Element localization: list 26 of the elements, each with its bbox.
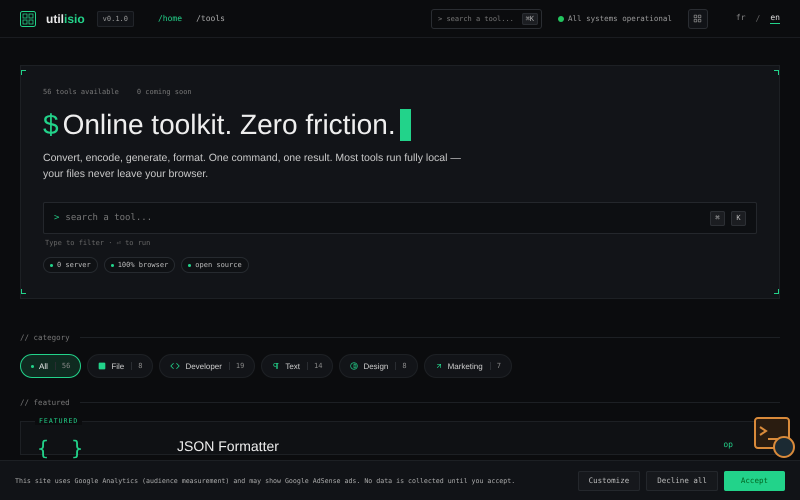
language-link[interactable]: en — [770, 13, 780, 24]
hero-description: Convert, encode, generate, format. One command, one result. Most tools run fully local — your files never leave your browser. — [43, 151, 462, 182]
square-icon — [98, 362, 106, 370]
nav-link[interactable]: /tools — [196, 14, 225, 23]
pilcrow-icon — [272, 362, 280, 370]
logo-icon — [20, 10, 36, 26]
tool-title: JSON Formatter — [177, 438, 280, 454]
grid-icon — [693, 14, 702, 23]
contrast-icon — [350, 362, 358, 370]
nav-link[interactable]: /home — [158, 14, 182, 23]
code-icon — [170, 361, 180, 371]
hero-title: Online toolkit. Zero friction. — [62, 109, 396, 141]
corner-mark — [21, 289, 26, 294]
arrow-icon — [434, 362, 443, 370]
logo-text[interactable]: utilisio — [46, 12, 85, 26]
corner-mark — [21, 70, 26, 75]
corner-mark — [774, 289, 779, 294]
dot-icon — [31, 364, 34, 368]
corner-mark — [774, 70, 779, 75]
grid-button[interactable] — [688, 8, 708, 28]
cursor-block — [400, 109, 411, 141]
terminal-widget-icon[interactable] — [754, 417, 796, 459]
language-separator: / — [756, 14, 760, 23]
open-link[interactable]: op — [723, 440, 733, 449]
prompt-symbol: $ — [43, 109, 59, 141]
language-link[interactable]: fr — [736, 13, 746, 24]
